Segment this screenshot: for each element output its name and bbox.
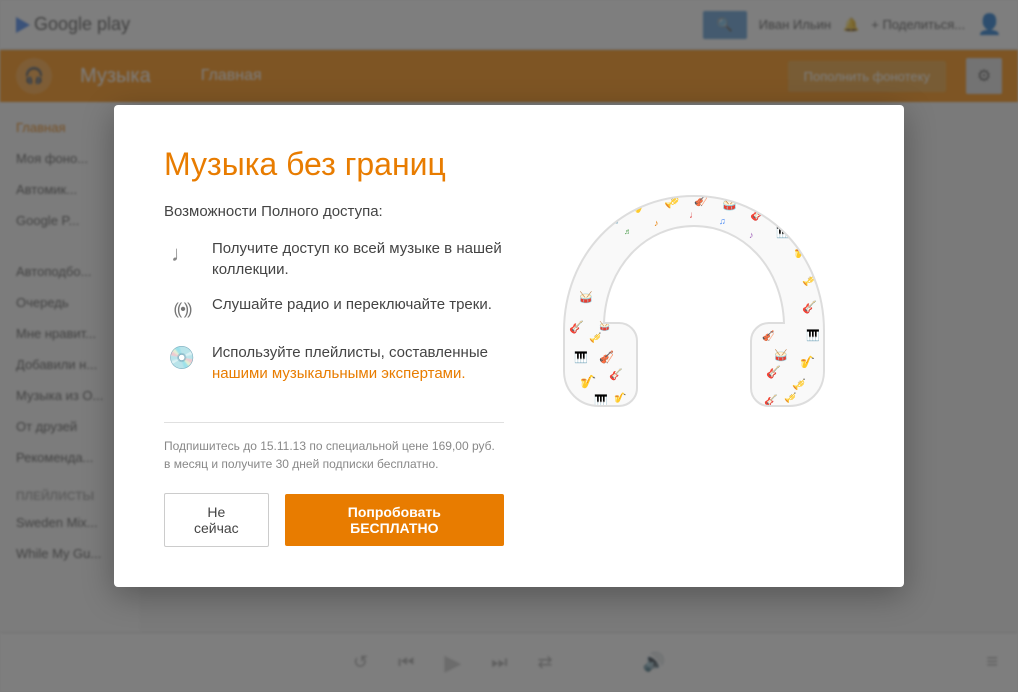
svg-text:🎸: 🎸 bbox=[802, 300, 817, 314]
expert-link: нашими музыкальными экспертами. bbox=[212, 365, 466, 382]
svg-text:🎷: 🎷 bbox=[580, 374, 596, 389]
svg-text:🥁: 🥁 bbox=[774, 349, 788, 362]
svg-text:🎻: 🎻 bbox=[762, 329, 774, 342]
modal-divider bbox=[164, 422, 504, 423]
svg-text:🎸: 🎸 bbox=[569, 320, 584, 334]
svg-text:🎸: 🎸 bbox=[609, 368, 623, 381]
feature-1-icon: ♩ bbox=[164, 236, 200, 272]
svg-text:🎻: 🎻 bbox=[599, 350, 614, 364]
svg-text:🎸: 🎸 bbox=[750, 206, 766, 222]
svg-text:🎺: 🎺 bbox=[784, 391, 796, 404]
svg-text:♫: ♫ bbox=[719, 216, 726, 226]
feature-item-3: 💿 Используйте плейлисты, составленные на… bbox=[164, 342, 504, 384]
svg-text:🎹: 🎹 bbox=[574, 351, 588, 364]
feature-2-text: Слушайте радио и переключайте треки. bbox=[212, 294, 492, 315]
modal-right-panel: 🎸 🎹 🎷 🎺 🎻 🥁 🎸 🎹 🎷 🎺 🎻 🥁 🎸 🎹 🎷 bbox=[534, 145, 854, 547]
feature-2-icon: ((•)) bbox=[164, 292, 200, 328]
modal-subtitle: Возможности Полного доступа: bbox=[164, 203, 504, 220]
feature-1-text: Получите доступ ко всей музыке в нашей к… bbox=[212, 238, 504, 280]
svg-text:♩: ♩ bbox=[689, 210, 699, 221]
cancel-button[interactable]: Не сейчас bbox=[164, 493, 269, 547]
subscription-modal: Музыка без границ Возможности Полного до… bbox=[114, 105, 904, 587]
feature-item-2: ((•)) Слушайте радио и переключайте трек… bbox=[164, 294, 504, 328]
modal-actions: Не сейчас Попробовать БЕСПЛАТНО bbox=[164, 493, 504, 547]
svg-text:🎸: 🎸 bbox=[766, 365, 781, 379]
modal-title: Музыка без границ bbox=[164, 145, 504, 183]
svg-text:♪: ♪ bbox=[654, 218, 659, 228]
svg-text:🎸: 🎸 bbox=[574, 223, 591, 240]
feature-list: ♩ Получите доступ ко всей музыке в нашей… bbox=[164, 238, 504, 384]
modal-overlay: Музыка без границ Возможности Полного до… bbox=[0, 0, 1018, 692]
svg-text:🎷: 🎷 bbox=[800, 355, 815, 369]
modal-left-panel: Музыка без границ Возможности Полного до… bbox=[164, 145, 504, 547]
modal-promo-text: Подпишитесь до 15.11.13 по специальной ц… bbox=[164, 437, 504, 473]
feature-3-icon: 💿 bbox=[164, 340, 200, 376]
svg-text:♪: ♪ bbox=[749, 230, 754, 240]
feature-item-1: ♩ Получите доступ ко всей музыке в нашей… bbox=[164, 238, 504, 280]
svg-text:🥁: 🥁 bbox=[579, 291, 593, 304]
svg-text:🎷: 🎷 bbox=[614, 392, 626, 404]
try-free-button[interactable]: Попробовать БЕСПЛАТНО bbox=[285, 494, 504, 546]
feature-3-text: Используйте плейлисты, составленные наши… bbox=[212, 342, 504, 384]
svg-text:🎺: 🎺 bbox=[589, 331, 601, 344]
svg-text:♬: ♬ bbox=[624, 227, 632, 236]
headphone-illustration: 🎸 🎹 🎷 🎺 🎻 🥁 🎸 🎹 🎷 🎺 🎻 🥁 🎸 🎹 🎷 bbox=[544, 176, 844, 516]
svg-text:🎹: 🎹 bbox=[806, 329, 820, 342]
svg-text:🎺: 🎺 bbox=[792, 378, 806, 391]
